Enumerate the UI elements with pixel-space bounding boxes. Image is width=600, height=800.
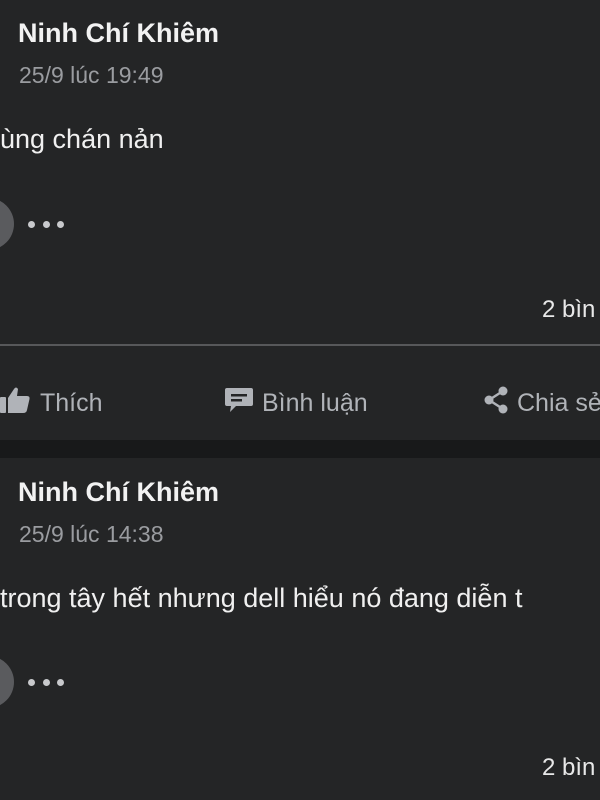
divider <box>0 344 600 346</box>
post-timestamp[interactable]: 25/9 lúc 19:49 <box>19 62 164 89</box>
like-button[interactable]: Thích <box>0 386 103 421</box>
post-content: trong tây hết nhưng dell hiểu nó đang di… <box>0 583 523 613</box>
share-label: Chia sẻ <box>517 389 600 417</box>
post-content: ùng chán nản <box>0 124 164 154</box>
avatar[interactable] <box>0 656 14 708</box>
post-separator <box>0 440 600 458</box>
more-options-icon[interactable] <box>28 676 64 688</box>
comment-button[interactable]: Bình luận <box>224 386 368 421</box>
share-button[interactable]: Chia sẻ <box>483 386 600 421</box>
thumbs-up-icon <box>0 386 32 421</box>
avatar[interactable] <box>0 198 14 250</box>
post-card: Ninh Chí Khiêm 25/9 lúc 19:49 ùng chán n… <box>0 0 600 440</box>
like-label: Thích <box>40 389 103 417</box>
post-timestamp[interactable]: 25/9 lúc 14:38 <box>19 521 164 548</box>
post-author-name[interactable]: Ninh Chí Khiêm <box>18 18 219 49</box>
action-bar: Thích Bình luận Chia sẻ <box>0 370 600 436</box>
comment-count[interactable]: 2 bìn <box>542 296 595 324</box>
more-options-icon[interactable] <box>28 218 64 230</box>
feed: Ninh Chí Khiêm 25/9 lúc 19:49 ùng chán n… <box>0 0 600 800</box>
comment-label: Bình luận <box>262 389 368 417</box>
post-card: Ninh Chí Khiêm 25/9 lúc 14:38 trong tây … <box>0 458 600 800</box>
share-icon <box>483 386 509 421</box>
comment-count[interactable]: 2 bìn <box>542 754 595 782</box>
post-author-name[interactable]: Ninh Chí Khiêm <box>18 477 219 508</box>
speech-bubble-icon <box>224 386 254 421</box>
